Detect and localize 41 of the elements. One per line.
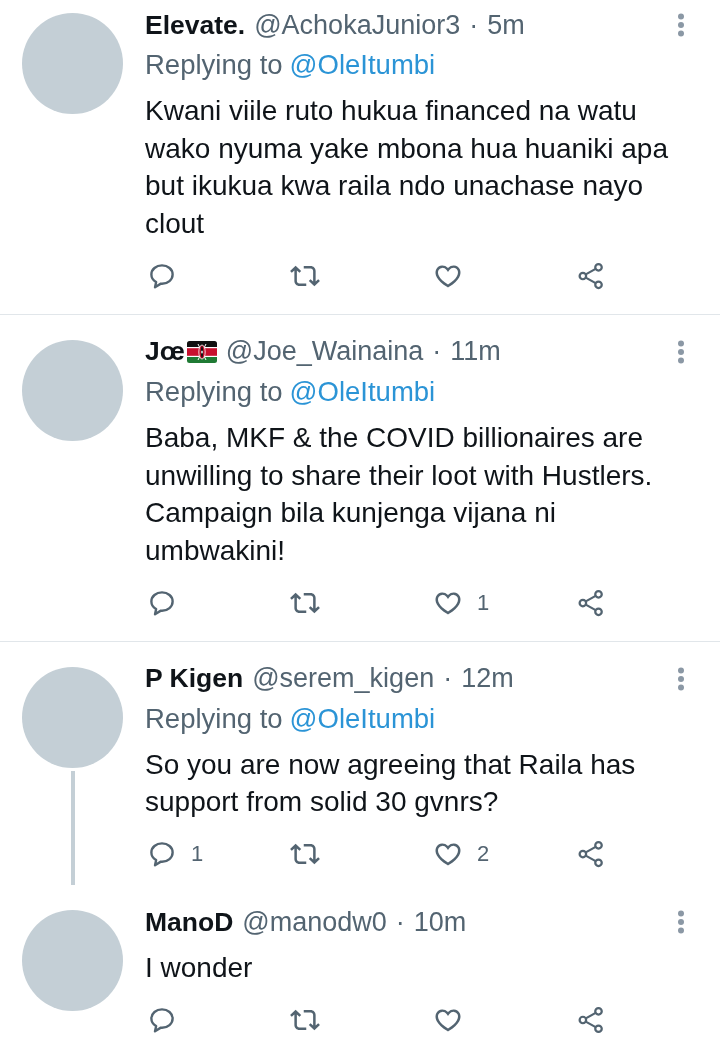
share-icon xyxy=(576,839,606,870)
share-icon xyxy=(576,1004,606,1035)
display-name: ManoD xyxy=(145,906,234,938)
tweet-text: Kwani viile ruto hukua financed na watu wako nyuma yake mbona hua huaniki apa but ikukua kwa raila ndo unachase nayo clout xyxy=(145,94,669,242)
user-handle: @serem_kigen xyxy=(252,663,435,695)
display-name: Elevate. xyxy=(145,9,246,41)
user-handle: @Joe_Wainaina xyxy=(225,336,424,368)
user-handle: @AchokaJunior3 xyxy=(254,9,461,41)
user-handle: @manodw0 xyxy=(242,906,387,938)
like-button[interactable]: 2 xyxy=(433,839,490,870)
timestamp: 10m xyxy=(413,906,467,938)
timestamp: 11m xyxy=(450,336,501,368)
more-icon[interactable] xyxy=(677,910,685,935)
tweet-text: I wonder xyxy=(145,951,254,986)
replying-label: Replying to xyxy=(145,49,283,81)
tweet-text: Baba, MKF & the COVID billionaires are unwilling to share their loot with Hustlers. Campaign bila kunjenga vijana ni umbwakini! xyxy=(145,420,654,568)
separator: · xyxy=(432,336,442,368)
mention-link[interactable]: @OleItumbi xyxy=(289,49,436,81)
reply-button[interactable]: 1 xyxy=(147,839,204,870)
replying-label: Replying to xyxy=(145,702,283,735)
mention-link[interactable]: @OleItumbi xyxy=(289,702,436,735)
like-button[interactable]: 1 xyxy=(433,587,490,618)
share-icon xyxy=(576,260,606,291)
timestamp: 5m xyxy=(487,9,525,41)
share-button[interactable] xyxy=(576,587,606,618)
separator: · xyxy=(443,663,453,695)
mention-link[interactable]: @OleItumbi xyxy=(289,375,436,408)
separator: · xyxy=(469,9,479,41)
timestamp: 12m xyxy=(461,663,514,695)
share-button[interactable] xyxy=(576,839,606,870)
replying-label: Replying to xyxy=(145,375,283,408)
separator: · xyxy=(395,906,405,938)
display-name: Jœ xyxy=(145,336,185,368)
more-icon[interactable] xyxy=(677,666,685,691)
share-icon xyxy=(576,587,606,618)
share-button[interactable] xyxy=(576,1004,606,1035)
more-icon[interactable] xyxy=(677,13,685,37)
more-icon[interactable] xyxy=(677,339,685,364)
share-button[interactable] xyxy=(576,260,606,291)
display-name: P Kigen xyxy=(145,663,244,695)
tweet-text: So you are now agreeing that Raila has support from solid 30 gvnrs? xyxy=(145,747,637,820)
